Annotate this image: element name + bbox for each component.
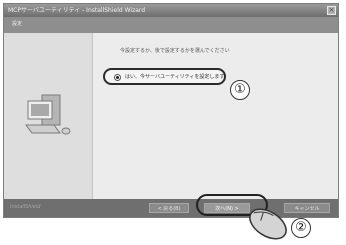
instruction-text: 今設定するか、後で設定するかを選んでください <box>120 48 230 54</box>
wizard-content: 今設定するか、後で設定するかを選んでください はい、今サーバユーティリティを設定… <box>4 33 338 199</box>
left-panel <box>4 33 93 199</box>
setup-now-label[interactable]: はい、今サーバユーティリティを設定します <box>125 73 224 80</box>
title-bar: MCPサーバユーティリティ - InstallShield Wizard × <box>4 4 338 17</box>
computer-icon <box>25 94 71 135</box>
subheader: 設定 <box>4 17 338 33</box>
option-highlight-oval: はい、今サーバユーティリティを設定します <box>103 68 226 85</box>
callout-number-2: ② <box>291 218 311 238</box>
back-button[interactable]: < 戻る(B) <box>149 203 189 213</box>
installer-window: MCPサーバユーティリティ - InstallShield Wizard × 設… <box>3 3 339 218</box>
setup-now-radio[interactable] <box>114 74 121 81</box>
close-button[interactable]: × <box>327 6 336 15</box>
installshield-brand: InstallShield <box>10 204 41 210</box>
callout-number-1: ① <box>230 80 250 100</box>
subheader-label: 設定 <box>12 21 23 27</box>
mouse-icon <box>249 208 287 240</box>
window-title: MCPサーバユーティリティ - InstallShield Wizard <box>8 7 146 14</box>
